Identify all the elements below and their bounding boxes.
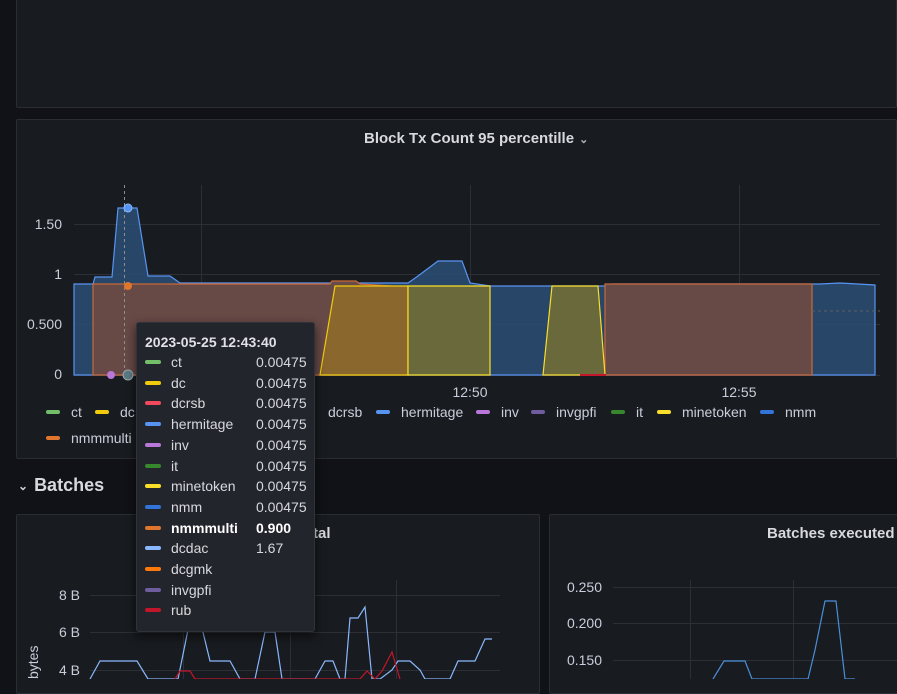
tooltip-series-name: it [171,457,178,474]
tooltip-row-dc: dc 0.00475 [145,373,310,393]
tooltip-swatch [145,401,161,406]
tooltip-row-minetoken: minetoken 0.00475 [145,476,310,496]
tooltip-swatch [145,442,161,447]
legend-item-minetoken[interactable]: minetoken [657,404,747,420]
tooltip-time: 2023-05-25 12:43:40 [145,334,277,350]
legend-label: inv [501,404,519,420]
tooltip-row-nmmmulti: nmmmulti 0.900 [145,518,310,538]
tooltip-swatch [145,504,161,509]
tooltip-series-value: 0.00475 [256,478,307,495]
legend-item-hermitage[interactable]: hermitage [376,404,463,420]
tooltip-series-value: 0.00475 [256,354,307,370]
legend-label: nmmmulti [71,430,132,446]
tooltip-row-invgpfi: invgpfi [145,580,310,600]
tooltip-series-name: dcgmk [171,561,213,577]
tooltip-swatch [145,608,161,613]
legend-item-dcrsb[interactable]: dcrsb [316,404,362,420]
tooltip-swatch [145,380,161,385]
row-title-text: Batches [34,475,105,495]
panel-title[interactable]: Block Tx Count 95 percentille ⌄ [364,130,588,147]
legend-item-invgpfi[interactable]: invgpfi [531,404,596,420]
chevron-down-icon[interactable]: ⌄ [579,134,588,146]
legend-swatch [657,410,671,414]
tooltip-swatch [145,422,161,427]
tooltip-series-value: 0.900 [256,519,292,536]
tooltip-row-nmm: nmm 0.00475 [145,497,310,517]
legend-label: dc [120,404,135,420]
batches-executed-panel: Batches executed [549,514,897,694]
tooltip-series-value: 1.67 [256,540,284,557]
tooltip-series-name: nmmmulti [171,519,238,536]
legend-item-it[interactable]: it [611,404,643,420]
legend-label: ct [71,404,82,420]
tooltip-row-hermitage: hermitage 0.00475 [145,414,310,434]
legend-item-nmm[interactable]: nmm [760,404,816,420]
tooltip-series-name: hermitage [171,416,234,433]
legend-label: nmm [785,404,817,420]
tooltip-swatch [145,525,161,530]
tooltip-series-name: invgpfi [171,581,212,598]
tooltip-series-name: nmm [171,498,203,515]
tooltip-series-name: dc [171,374,186,391]
tooltip-series-value: 0.00475 [256,374,307,391]
panel-title[interactable]: tal [313,525,331,542]
tooltip-series-name: inv [171,436,189,453]
tooltip-row-it: it 0.00475 [145,456,310,476]
legend-label: invgpfi [556,404,597,420]
legend-label: it [636,404,643,420]
legend-swatch [46,410,60,414]
tooltip-series-name: rub [171,602,192,619]
tooltip-series-value: 0.00475 [256,416,307,433]
legend-item-dc[interactable]: dc [95,404,135,420]
tooltip-row-dcrsb: dcrsb 0.00475 [145,393,310,413]
tooltip-series-name: dcdac [171,540,209,557]
tooltip-series-value: 0.00475 [256,436,307,453]
tooltip-swatch [145,463,161,468]
tooltip-row-rub: rub [145,600,310,620]
legend-swatch [46,436,60,440]
tooltip-row-dcgmk: dcgmk [145,559,310,579]
tooltip-row-dcdac: dcdac 1.67 [145,538,310,558]
tooltip-swatch [145,546,161,551]
row-batches[interactable]: ⌄ Batches [18,475,104,496]
legend-swatch [95,410,109,414]
legend-label: dcrsb [328,404,363,420]
tooltip-swatch [145,587,161,592]
tooltip-swatch [145,567,161,571]
tooltip-row-ct: ct 0.00475 [145,352,310,372]
legend-swatch [476,410,490,414]
hover-tooltip: 2023-05-25 12:43:40 ct 0.00475 dc 0.00475 dc… [136,322,315,632]
tooltip-series-value: 0.00475 [256,457,307,474]
legend-swatch [760,410,774,414]
tooltip-series-name: ct [171,354,182,370]
tooltip-series-name: dcrsb [171,395,206,412]
legend-swatch [376,410,390,414]
tooltip-series-value: 0.00475 [256,498,307,515]
panel-title-text: Block Tx Count 95 percentille [364,130,575,147]
legend-swatch [611,410,625,414]
legend-swatch [531,410,545,414]
tooltip-row-inv: inv 0.00475 [145,435,310,455]
legend-label: minetoken [682,404,747,420]
tooltip-swatch [145,360,161,364]
top-panel [16,0,897,108]
tooltip-series-value: 0.00475 [256,395,307,412]
tooltip-swatch [145,484,161,489]
panel-title[interactable]: Batches executed [767,525,895,542]
legend-item-inv[interactable]: inv [476,404,519,420]
legend-item-ct[interactable]: ct [46,404,82,420]
chevron-down-icon[interactable]: ⌄ [18,479,28,493]
legend-item-nmmmulti[interactable]: nmmmulti [46,430,132,446]
tooltip-series-name: minetoken [171,478,236,495]
legend-label: hermitage [401,404,464,420]
